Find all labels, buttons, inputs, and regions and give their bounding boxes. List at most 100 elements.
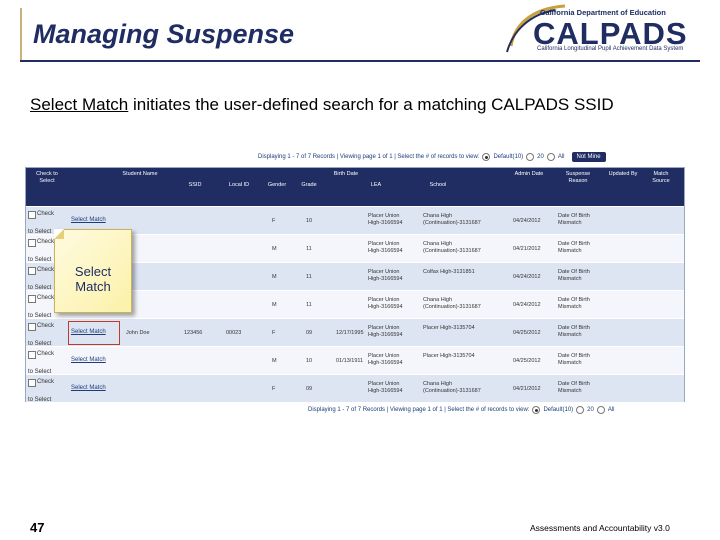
- cell-local-id: 00023: [226, 330, 242, 336]
- radio-20-top[interactable]: [526, 153, 535, 161]
- row-checkbox[interactable]: [28, 295, 36, 303]
- cell-admin-date: 04/25/2012: [513, 358, 541, 364]
- cell-lea-line2: High-3166594: [368, 304, 403, 310]
- cell-reason-line2: Mismatch: [558, 388, 582, 394]
- col-gender: Gender: [267, 182, 287, 188]
- pager-top: Displaying 1 - 7 of 7 Records | Viewing …: [258, 152, 606, 162]
- cell-lea-line1: Placer Union: [368, 213, 400, 219]
- cell-school: Chana High (Continuation)-3131687: [423, 241, 481, 255]
- cell-reason-line2: Mismatch: [558, 360, 582, 366]
- row-check: Check to Select: [28, 239, 54, 263]
- col-school: School: [429, 182, 447, 188]
- col-student-name: Student Name: [122, 171, 158, 177]
- cell-reason-line1: Date Of Birth: [558, 213, 590, 219]
- cell-grade: 10: [306, 218, 313, 224]
- row-check-label: Check: [37, 379, 55, 385]
- cell-school-line1: Colfax High-3131851: [423, 269, 475, 275]
- radio-default-top[interactable]: [482, 153, 491, 161]
- cell-school: Chana High (Continuation)-3131687: [423, 381, 481, 395]
- cell-gender: F: [272, 330, 276, 336]
- slide-title: Managing Suspense: [33, 19, 295, 49]
- col-grade: Grade: [301, 182, 317, 188]
- cell-school-line1: Chana High: [423, 381, 453, 387]
- cell-school-line1: Placer High-3135704: [423, 325, 475, 331]
- pager-bottom-text: Displaying 1 - 7 of 7 Records | Viewing …: [308, 407, 530, 413]
- table-row: Check to Select Select Match John Doe 123456…: [26, 318, 684, 347]
- select-match-link[interactable]: Select Match: [71, 385, 106, 391]
- cell-grade: 10: [306, 358, 313, 364]
- cell-grade: 11: [306, 246, 312, 252]
- cell-school: Chana High (Continuation)-3131687: [423, 213, 481, 227]
- radio-all-bottom[interactable]: [596, 406, 605, 414]
- cell-grade: 11: [306, 274, 312, 280]
- cell-school: Placer High-3135704: [423, 325, 475, 332]
- cell-lea: Placer Union High-3166594: [368, 269, 403, 283]
- intro-rest: initiates the user-defined search for a …: [128, 95, 614, 114]
- row-checkbox[interactable]: [28, 379, 36, 387]
- cell-reason: Date Of Birth Mismatch: [558, 353, 590, 367]
- callout-line2: Match: [75, 279, 111, 294]
- cell-lea-line1: Placer Union: [368, 381, 400, 387]
- cell-reason-line1: Date Of Birth: [558, 269, 590, 275]
- row-check: Check to Select: [28, 267, 54, 291]
- row-check: Check to Select: [28, 295, 54, 319]
- callout-line1: Select: [74, 264, 112, 279]
- cell-reason-line1: Date Of Birth: [558, 381, 590, 387]
- radio-20-bottom-label: 20: [587, 407, 594, 413]
- radio-all-top[interactable]: [546, 153, 555, 161]
- row-checkbox[interactable]: [28, 351, 36, 359]
- cell-lea-line2: High-3166594: [368, 332, 403, 338]
- row-check-label: Check: [37, 351, 55, 357]
- row-checkbox[interactable]: [28, 211, 36, 219]
- cell-gender: F: [272, 218, 276, 224]
- radio-all-bottom-label: All: [607, 407, 615, 413]
- col-lea: LEA: [370, 182, 382, 188]
- cell-gender: M: [272, 302, 277, 308]
- cell-admin-date: 04/21/2012: [513, 246, 541, 252]
- cell-reason: Date Of Birth Mismatch: [558, 269, 590, 283]
- cell-lea-line2: High-3166594: [368, 220, 403, 226]
- radio-default-top-label: Default(10): [493, 154, 524, 160]
- title-divider: [20, 60, 700, 62]
- row-checkbox[interactable]: [28, 323, 36, 331]
- radio-all-top-label: All: [557, 154, 565, 160]
- row-check-label: Check: [37, 211, 55, 217]
- cell-lea-line2: High-3166594: [368, 388, 403, 394]
- cell-lea: Placer Union High-3166594: [368, 353, 403, 367]
- select-match-link[interactable]: Select Match: [71, 357, 106, 363]
- row-check-label: Check: [37, 295, 55, 301]
- footer-text: Assessments and Accountability v3.0: [530, 523, 670, 533]
- intro-text: Select Match initiates the user-defined …: [30, 94, 690, 116]
- row-check: Check to Select: [28, 323, 54, 347]
- cell-school-line2: (Continuation)-3131687: [423, 220, 481, 226]
- cell-school: Placer High-3135704: [423, 353, 475, 360]
- cell-school-line2: (Continuation)-3131687: [423, 304, 481, 310]
- radio-20-top-label: 20: [537, 154, 544, 160]
- cell-reason-line1: Date Of Birth: [558, 325, 590, 331]
- row-checkbox[interactable]: [28, 267, 36, 275]
- intro-link-select-match: Select Match: [30, 95, 129, 114]
- radio-default-bottom[interactable]: [532, 406, 541, 414]
- cell-gender: M: [272, 358, 277, 364]
- cell-lea-line1: Placer Union: [368, 353, 400, 359]
- cell-lea-line1: Placer Union: [368, 241, 400, 247]
- col-local-id: Local ID: [228, 182, 250, 188]
- radio-default-bottom-label: Default(10): [543, 407, 574, 413]
- table-row: Check to Select Select Match M 10 01/13/1911 P…: [26, 346, 684, 375]
- cell-birth: 01/13/1911: [336, 358, 364, 364]
- cell-school-line1: Placer High-3135704: [423, 353, 475, 359]
- cell-reason-line2: Mismatch: [558, 304, 582, 310]
- cell-reason-line2: Mismatch: [558, 332, 582, 338]
- radio-20-bottom[interactable]: [576, 406, 585, 414]
- row-checkbox[interactable]: [28, 239, 36, 247]
- select-match-link[interactable]: Select Match: [71, 217, 106, 223]
- cell-reason-line1: Date Of Birth: [558, 353, 590, 359]
- cell-gender: M: [272, 246, 277, 252]
- cell-lea-line1: Placer Union: [368, 269, 400, 275]
- col-updated-by: Updated By: [608, 171, 638, 177]
- cell-lea: Placer Union High-3166594: [368, 381, 403, 395]
- cell-gender: M: [272, 274, 277, 280]
- not-mine-button[interactable]: Not Mine: [571, 152, 606, 162]
- cell-lea: Placer Union High-3166594: [368, 241, 403, 255]
- cell-reason: Date Of Birth Mismatch: [558, 325, 590, 339]
